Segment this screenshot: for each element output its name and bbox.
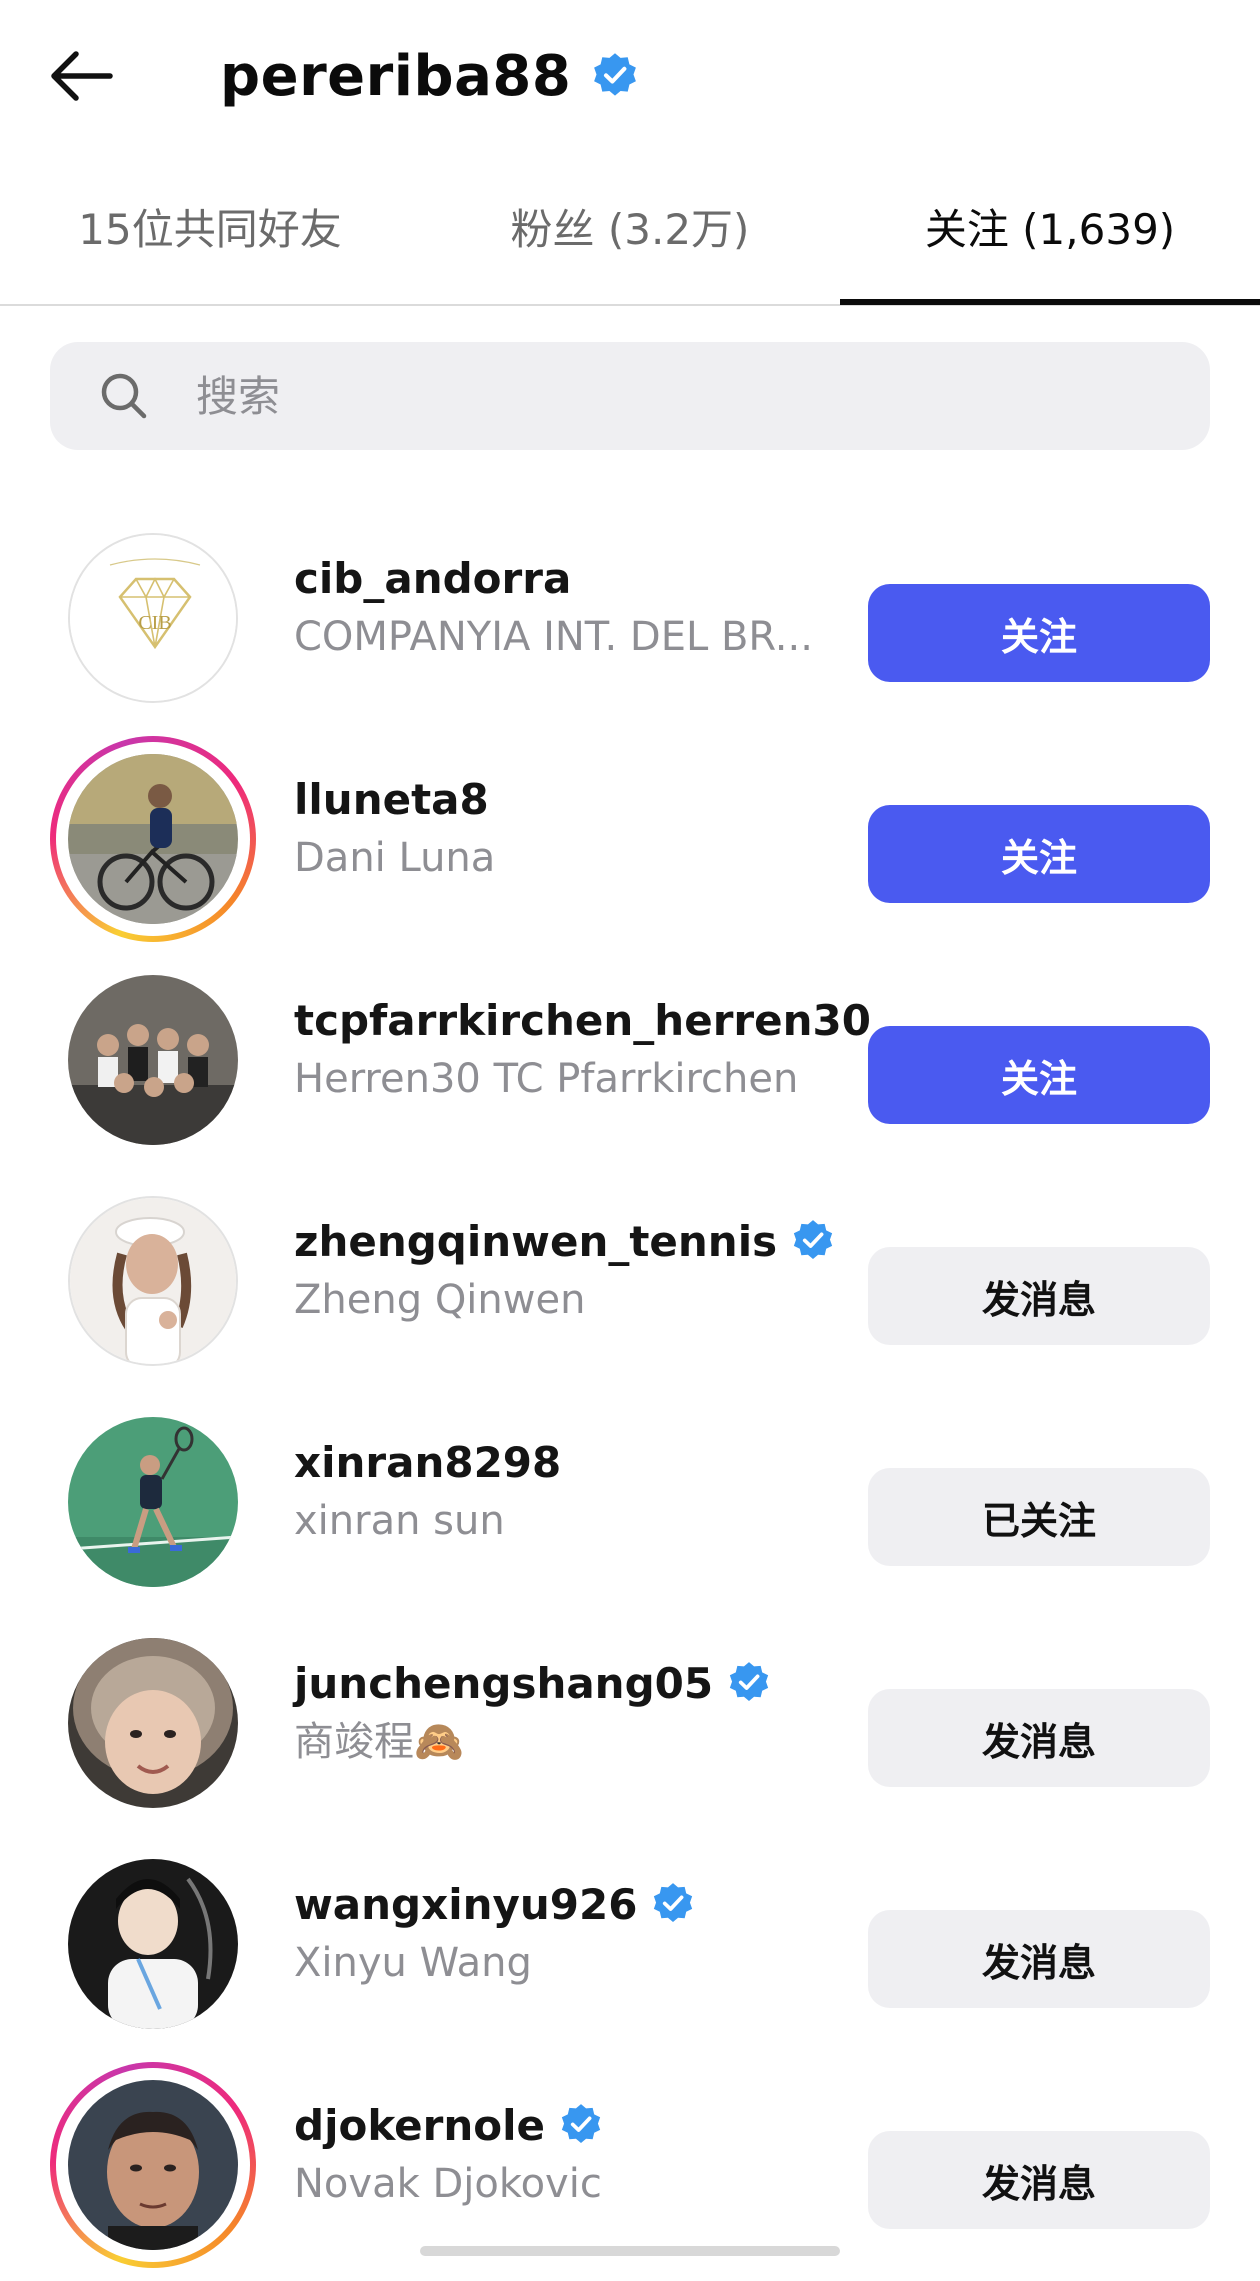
- follow-button[interactable]: 关注: [868, 1026, 1210, 1124]
- active-tab-indicator: [840, 299, 1260, 305]
- avatar[interactable]: [50, 736, 256, 942]
- list-item[interactable]: wangxinyu926 Xinyu Wang 发消息: [0, 1816, 1260, 2037]
- list-item[interactable]: zhengqinwen_tennis Zheng Qinwen 发消息: [0, 1153, 1260, 1374]
- username[interactable]: lluneta8: [294, 775, 489, 824]
- tab-followers[interactable]: 粉丝 (3.2万): [460, 180, 800, 304]
- username[interactable]: xinran8298: [294, 1438, 561, 1487]
- profile-title: pereriba88: [220, 36, 639, 116]
- username[interactable]: tcpfarrkirchen_herren30: [294, 996, 871, 1045]
- tab-bar: 15位共同好友 粉丝 (3.2万) 关注 (1,639): [0, 180, 1260, 306]
- list-item[interactable]: CIB cib_andorra COMPANYIA INT. DEL BR...…: [0, 490, 1260, 711]
- team-photo-icon: [68, 975, 238, 1145]
- avatar[interactable]: [50, 1399, 256, 1605]
- portrait-photo-icon: [68, 1859, 238, 2029]
- portrait-photo-icon: [68, 2080, 238, 2250]
- portrait-photo-icon: [68, 1638, 238, 1808]
- full-name: 商竣程🙈: [294, 1719, 464, 1765]
- verified-badge-icon: [791, 1219, 835, 1263]
- verified-badge-icon: [651, 1882, 695, 1926]
- verified-badge-icon: [559, 2103, 603, 2147]
- verified-badge-icon: [727, 1661, 771, 1705]
- tab-mutual-friends[interactable]: 15位共同好友: [40, 180, 380, 304]
- page-title: pereriba88: [220, 43, 572, 109]
- avatar[interactable]: [50, 2062, 256, 2268]
- username[interactable]: zhengqinwen_tennis: [294, 1217, 777, 1266]
- cyclist-photo-icon: [68, 754, 238, 924]
- avatar[interactable]: [50, 957, 256, 1163]
- verified-badge-icon: [591, 52, 639, 100]
- full-name: Herren30 TC Pfarrkirchen: [294, 1056, 799, 1102]
- avatar[interactable]: [50, 1178, 256, 1384]
- full-name: Novak Djokovic: [294, 2161, 602, 2207]
- list-item[interactable]: djokernole Novak Djokovic 发消息: [0, 2037, 1260, 2268]
- list-item[interactable]: tcpfarrkirchen_herren30 Herren30 TC Pfar…: [0, 932, 1260, 1153]
- full-name: Dani Luna: [294, 835, 496, 881]
- search-icon: [101, 373, 147, 419]
- follow-button[interactable]: 关注: [868, 584, 1210, 682]
- tennis-court-photo-icon: [68, 1417, 238, 1587]
- message-button[interactable]: 发消息: [868, 1689, 1210, 1787]
- search-input[interactable]: [196, 342, 1156, 450]
- avatar[interactable]: CIB: [50, 515, 256, 721]
- list-item[interactable]: lluneta8 Dani Luna 关注: [0, 711, 1260, 942]
- tab-following[interactable]: 关注 (1,639): [840, 180, 1260, 304]
- list-item[interactable]: xinran8298 xinran sun 已关注: [0, 1374, 1260, 1595]
- username[interactable]: djokernole: [294, 2101, 545, 2150]
- message-button[interactable]: 发消息: [868, 1910, 1210, 2008]
- diamond-logo-icon: CIB: [68, 533, 238, 703]
- username[interactable]: cib_andorra: [294, 554, 571, 603]
- following-button[interactable]: 已关注: [868, 1468, 1210, 1566]
- full-name: COMPANYIA INT. DEL BR...: [294, 614, 813, 660]
- home-indicator: [420, 2246, 840, 2256]
- follow-button[interactable]: 关注: [868, 805, 1210, 903]
- back-arrow-icon[interactable]: [44, 36, 124, 116]
- list-item[interactable]: junchengshang05 商竣程🙈 发消息: [0, 1595, 1260, 1816]
- username[interactable]: junchengshang05: [294, 1659, 713, 1708]
- search-bar[interactable]: [50, 342, 1210, 450]
- top-bar: pereriba88: [0, 0, 1260, 150]
- full-name: xinran sun: [294, 1498, 505, 1544]
- username[interactable]: wangxinyu926: [294, 1880, 637, 1929]
- avatar[interactable]: [50, 1620, 256, 1826]
- full-name: Xinyu Wang: [294, 1940, 532, 1986]
- message-button[interactable]: 发消息: [868, 2131, 1210, 2229]
- full-name: Zheng Qinwen: [294, 1277, 586, 1323]
- message-button[interactable]: 发消息: [868, 1247, 1210, 1345]
- portrait-photo-icon: [68, 1196, 238, 1366]
- svg-text:CIB: CIB: [138, 612, 171, 634]
- avatar[interactable]: [50, 1841, 256, 2047]
